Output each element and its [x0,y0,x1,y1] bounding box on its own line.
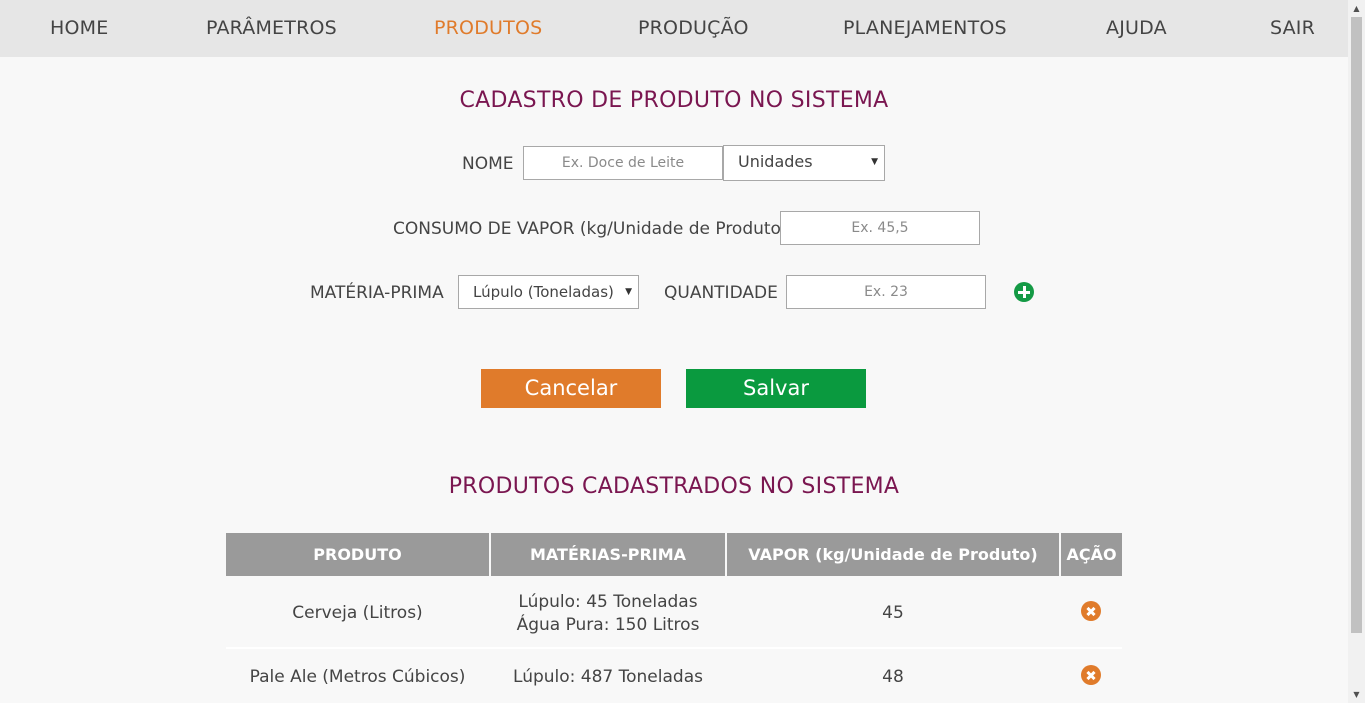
row1-product: Cerveja (Litros) [292,603,423,623]
nav-parametros[interactable]: PARÂMETROS [206,17,337,39]
unit-select[interactable]: Unidades ▼ [723,145,885,181]
nav-produtos[interactable]: PRODUTOS [434,17,542,39]
nav-planejamentos[interactable]: PLANEJAMENTOS [843,17,1007,39]
dropdown-arrow-icon: ▼ [871,157,878,167]
row1-material-1: Lúpulo: 45 Toneladas [518,592,698,612]
remove-row1-icon[interactable] [1081,601,1101,621]
nav-home[interactable]: HOME [50,17,108,39]
row-divider [226,647,1122,649]
name-label: NOME [462,154,514,174]
row2-material-1: Lúpulo: 487 Toneladas [513,667,703,687]
name-input[interactable] [523,146,723,180]
top-nav: HOME PARÂMETROS PRODUTOS PRODUÇÃO PLANEJ… [0,0,1348,57]
header-acao: AÇÃO [1061,533,1122,576]
row2-steam: 48 [882,667,904,687]
cancel-button[interactable]: Cancelar [481,369,661,408]
nav-producao[interactable]: PRODUÇÃO [638,17,749,39]
header-produto: PRODUTO [226,533,489,576]
save-button[interactable]: Salvar [686,369,866,408]
scroll-up-icon[interactable]: ▲ [1348,0,1365,17]
header-vapor: VAPOR (kg/Unidade de Produto) [727,533,1059,576]
nav-sair[interactable]: SAIR [1270,17,1315,39]
header-materias-prima: MATÉRIAS-PRIMA [491,533,725,576]
material-select-value: Lúpulo (Toneladas) [473,283,614,301]
scroll-down-icon[interactable]: ▼ [1348,686,1365,703]
dropdown-arrow-icon: ▼ [625,287,632,297]
quantity-label: QUANTIDADE [664,283,778,303]
row2-product: Pale Ale (Metros Cúbicos) [249,667,466,687]
quantity-input[interactable] [786,275,986,309]
steam-label: CONSUMO DE VAPOR (kg/Unidade de Produto) [393,219,788,239]
nav-ajuda[interactable]: AJUDA [1106,17,1167,39]
vertical-scrollbar[interactable]: ▲ ▼ [1348,0,1365,703]
scroll-thumb[interactable] [1351,17,1362,633]
add-material-icon[interactable] [1014,282,1034,302]
steam-input[interactable] [780,211,980,245]
form-title: CADASTRO DE PRODUTO NO SISTEMA [459,88,889,113]
table-title: PRODUTOS CADASTRADOS NO SISTEMA [448,474,900,499]
remove-row2-icon[interactable] [1081,665,1101,685]
row1-steam: 45 [882,603,904,623]
unit-select-value: Unidades [738,152,813,171]
row1-material-2: Água Pura: 150 Litros [516,615,700,635]
material-label: MATÉRIA-PRIMA [310,283,444,303]
material-select[interactable]: Lúpulo (Toneladas) ▼ [458,275,639,309]
